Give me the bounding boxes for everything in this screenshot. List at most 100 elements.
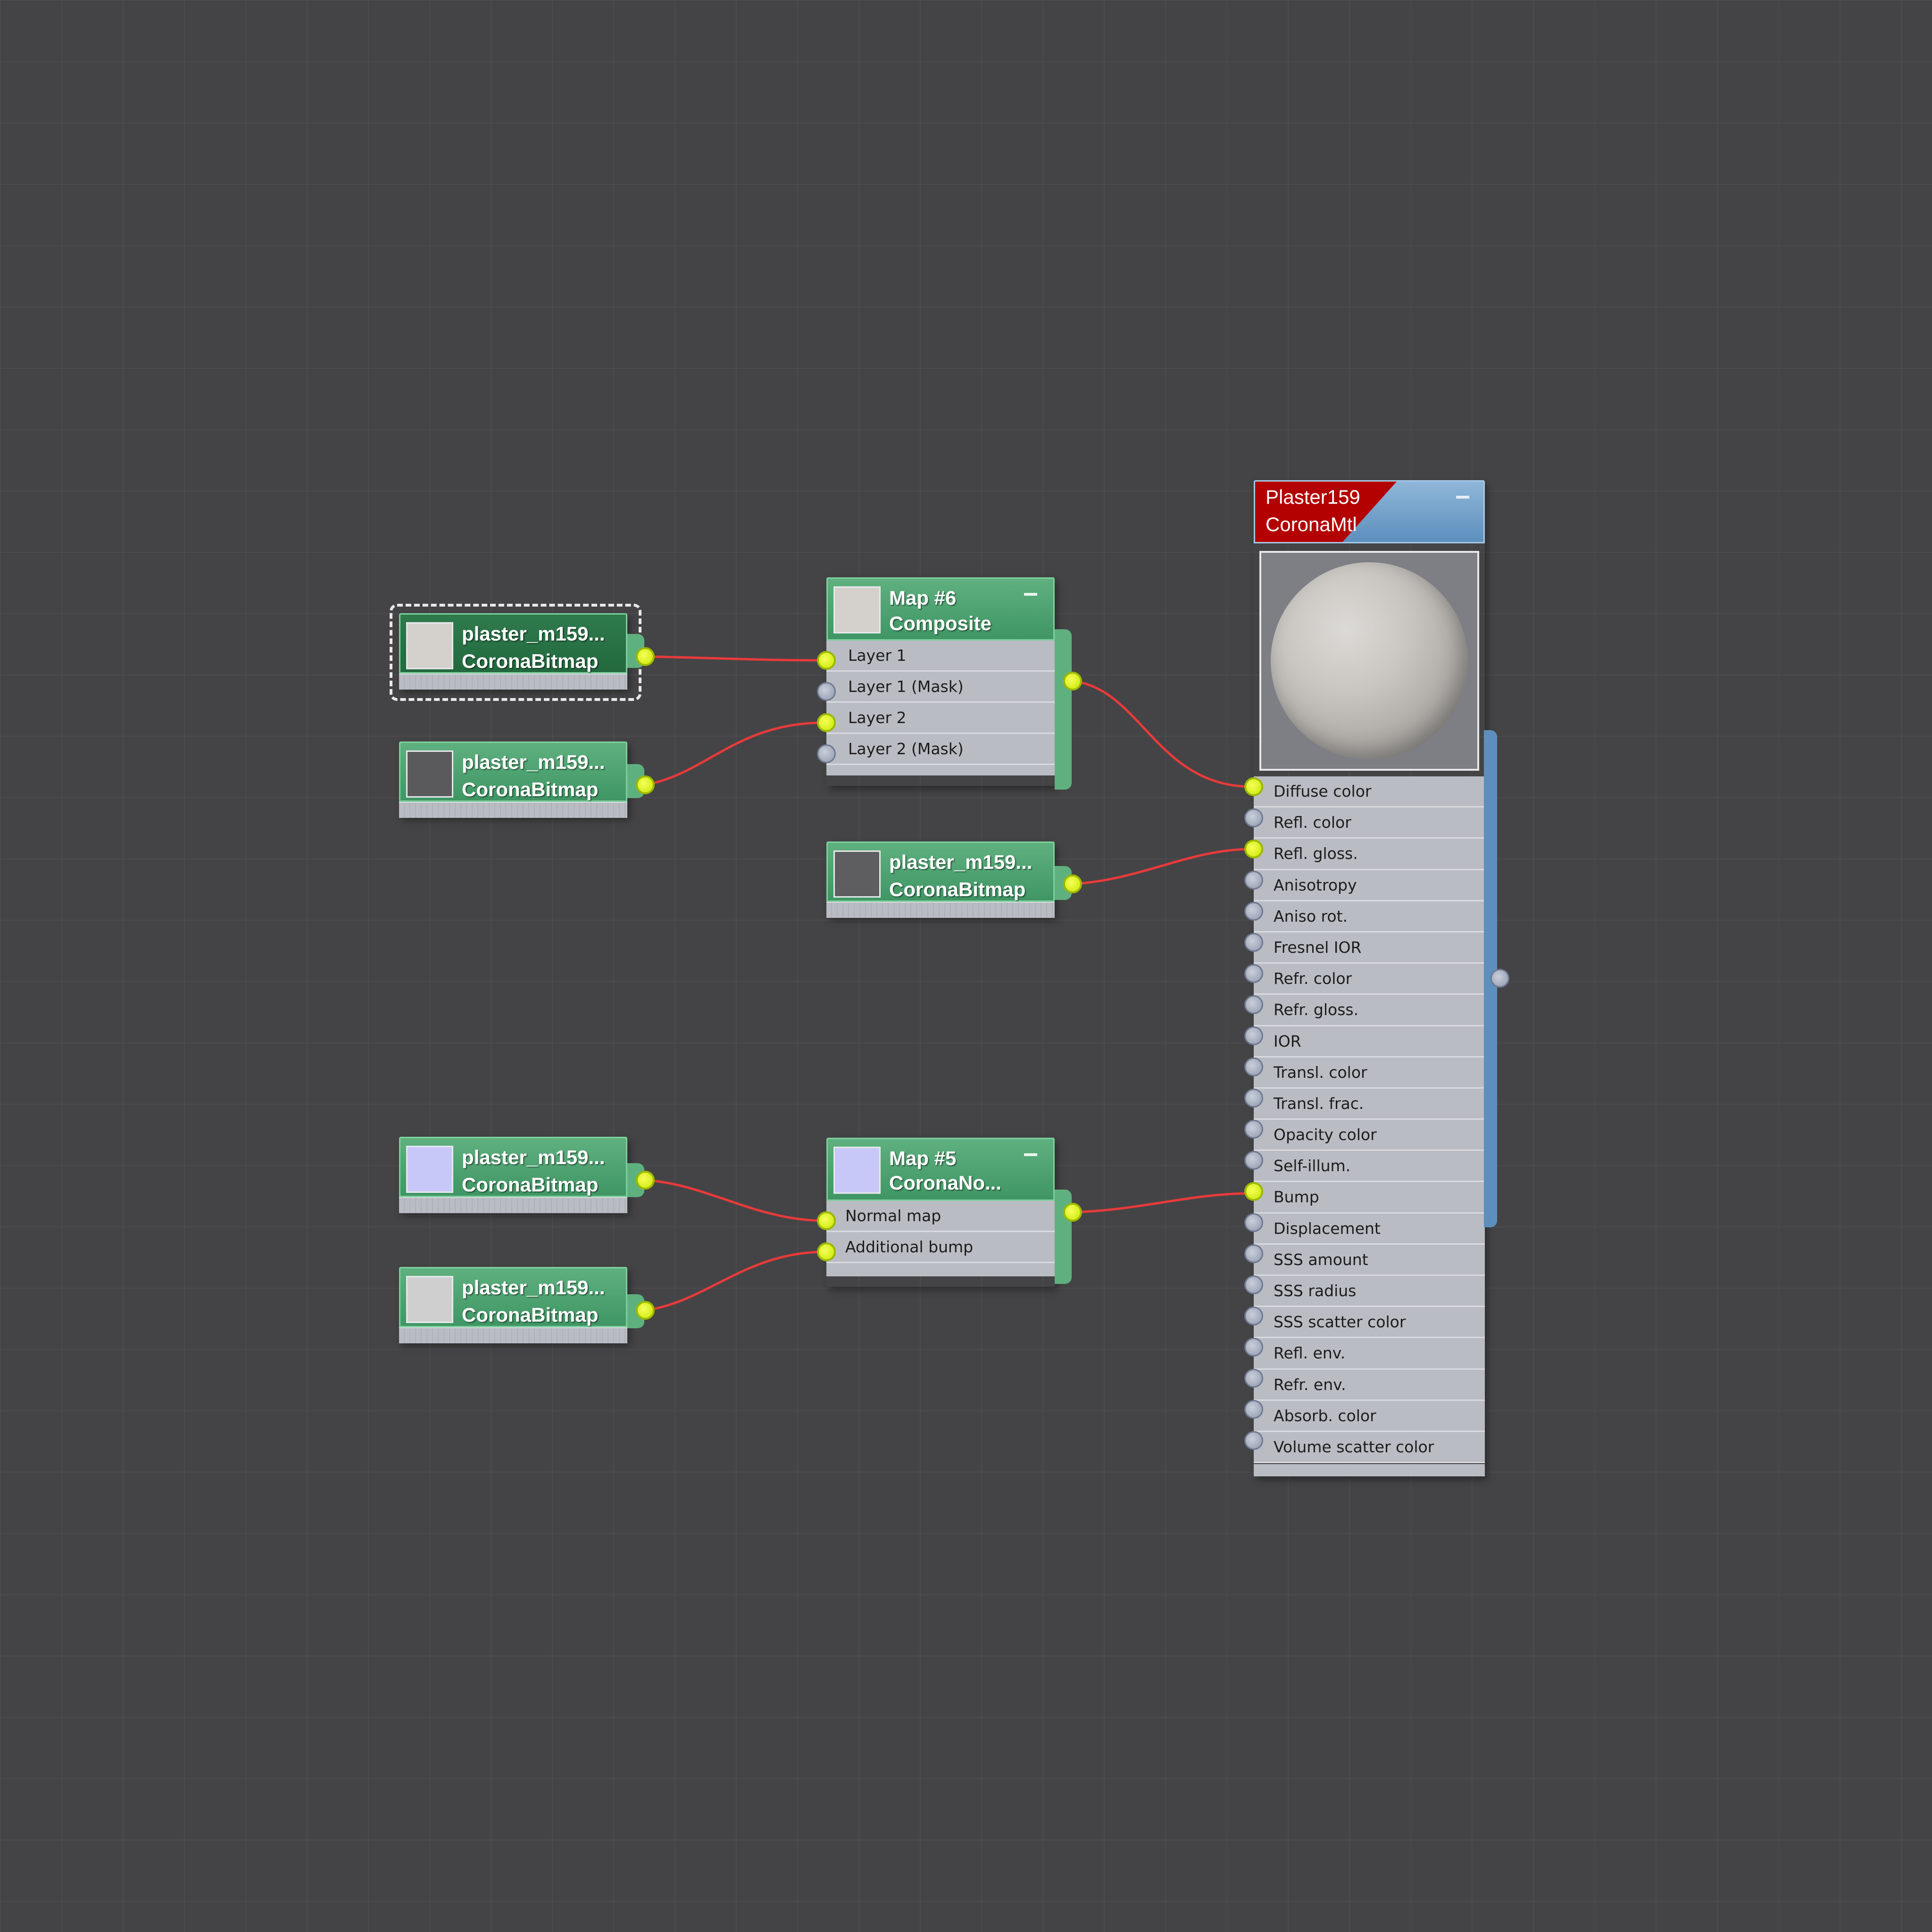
input-socket-bump[interactable] (1244, 1182, 1263, 1201)
output-socket[interactable] (636, 1171, 655, 1190)
slot-bump[interactable]: Bump (1254, 1182, 1485, 1214)
node-type: CoronaBitmap (889, 878, 1026, 900)
input-socket-layer-1[interactable] (817, 651, 836, 670)
input-socket-refr-color[interactable] (1244, 964, 1263, 983)
slot-fresnel-ior[interactable]: Fresnel IOR (1254, 933, 1485, 964)
composite-map-node[interactable]: Map #6 Composite Layer 1 Layer 1 (Mask) … (817, 577, 1082, 790)
slot-layer-2[interactable]: Layer 2 (826, 703, 1055, 734)
output-socket[interactable] (636, 775, 655, 794)
wire-bitmap2-to-layer2[interactable] (645, 721, 826, 786)
node-type: CoronaBitmap (462, 1174, 599, 1196)
texture-thumbnail (406, 622, 453, 669)
output-socket[interactable] (636, 1301, 655, 1320)
slot-normal-map[interactable]: Normal map (826, 1201, 1055, 1232)
output-socket[interactable] (1063, 672, 1082, 691)
slot-sss-scatter-color[interactable]: SSS scatter color (1254, 1307, 1485, 1339)
normal-map-node[interactable]: Map #5 CoronaNo... Normal map Additional… (817, 1138, 1082, 1287)
input-socket-refl-gloss[interactable] (1244, 840, 1263, 858)
bitmap-node[interactable]: plaster_m159... CoronaBitmap (399, 1137, 655, 1213)
bitmap-node[interactable]: plaster_m159... CoronaBitmap (390, 604, 655, 701)
slot-ior[interactable]: IOR (1254, 1026, 1485, 1058)
slot-opacity-color[interactable]: Opacity color (1254, 1120, 1485, 1151)
texture-thumbnail (833, 850, 881, 898)
input-socket-layer-2[interactable] (817, 713, 836, 732)
slot-anisotropy[interactable]: Anisotropy (1254, 870, 1485, 901)
slot-refr-env[interactable]: Refr. env. (1254, 1370, 1485, 1401)
node-header[interactable]: plaster_m159... CoronaBitmap (399, 613, 627, 674)
node-header[interactable]: plaster_m159... CoronaBitmap (399, 741, 627, 802)
input-socket-absorb-color[interactable] (1244, 1400, 1263, 1419)
slot-layer-1-mask[interactable]: Layer 1 (Mask) (826, 672, 1055, 703)
slot-transl-frac[interactable]: Transl. frac. (1254, 1089, 1485, 1120)
slot-list: Normal map Additional bump (826, 1201, 1055, 1276)
slot-displacement[interactable]: Displacement (1254, 1214, 1485, 1245)
input-socket-ior[interactable] (1244, 1026, 1263, 1045)
node-header[interactable]: Map #5 CoronaNo... (826, 1138, 1055, 1201)
node-header[interactable]: Plaster159 CoronaMtl (1254, 480, 1485, 543)
input-socket-refl-color[interactable] (1244, 808, 1263, 827)
node-header[interactable]: plaster_m159... CoronaBitmap (826, 841, 1055, 902)
slot-layer-2-mask[interactable]: Layer 2 (Mask) (826, 734, 1055, 765)
node-header[interactable]: Map #6 Composite (826, 577, 1055, 641)
output-socket[interactable] (1063, 1203, 1082, 1222)
wire-bitmap5-to-addbump[interactable] (645, 1250, 826, 1312)
input-socket-normal-map[interactable] (817, 1211, 836, 1230)
texture-thumbnail (406, 750, 453, 798)
wire-bitmap3-to-reflgloss[interactable] (1072, 848, 1253, 885)
bitmap-node[interactable]: plaster_m159... CoronaBitmap (399, 741, 655, 818)
input-socket-aniso-rot[interactable] (1244, 902, 1263, 921)
input-socket-anisotropy[interactable] (1244, 871, 1263, 890)
minimize-button[interactable] (1024, 1153, 1037, 1156)
input-socket-sss-radius[interactable] (1244, 1275, 1263, 1294)
input-socket-refr-gloss[interactable] (1244, 995, 1263, 1014)
slot-additional-bump[interactable]: Additional bump (826, 1232, 1055, 1263)
minimize-button[interactable] (1456, 496, 1469, 499)
input-socket-sss-scatter-color[interactable] (1244, 1307, 1263, 1325)
wire-map5-to-bump[interactable] (1072, 1192, 1253, 1214)
output-socket[interactable] (636, 647, 655, 666)
input-socket-additional-bump[interactable] (817, 1242, 836, 1261)
node-header[interactable]: plaster_m159... CoronaBitmap (399, 1267, 627, 1327)
slot-aniso-rot[interactable]: Aniso rot. (1254, 901, 1485, 933)
slot-sss-amount[interactable]: SSS amount (1254, 1245, 1485, 1276)
node-title: plaster_m159... (889, 851, 1033, 873)
wire-bitmap1-to-layer1[interactable] (645, 655, 826, 662)
input-socket-transl-color[interactable] (1244, 1058, 1263, 1076)
slot-layer-1[interactable]: Layer 1 (826, 641, 1055, 672)
material-output-socket[interactable] (1491, 969, 1509, 988)
input-socket-diffuse-color[interactable] (1244, 777, 1263, 796)
slot-volume-scatter-color[interactable]: Volume scatter color (1254, 1432, 1485, 1464)
wire-map6-to-diffuse[interactable] (1072, 680, 1253, 788)
slot-diffuse-color[interactable]: Diffuse color (1254, 776, 1485, 808)
material-preview[interactable] (1259, 551, 1479, 771)
slot-refr-gloss[interactable]: Refr. gloss. (1254, 995, 1485, 1026)
input-socket-refr-env[interactable] (1244, 1369, 1263, 1388)
node-title: plaster_m159... (462, 1146, 605, 1168)
slot-refr-color[interactable]: Refr. color (1254, 964, 1485, 995)
node-header[interactable]: plaster_m159... CoronaBitmap (399, 1137, 627, 1197)
minimize-button[interactable] (1024, 593, 1037, 596)
input-socket-fresnel-ior[interactable] (1244, 933, 1263, 952)
input-socket-self-illum[interactable] (1244, 1151, 1263, 1170)
bitmap-node[interactable]: plaster_m159... CoronaBitmap (399, 1267, 655, 1343)
input-socket-layer-1-mask[interactable] (817, 682, 836, 701)
input-socket-transl-frac[interactable] (1244, 1089, 1263, 1108)
output-socket[interactable] (1063, 874, 1082, 893)
input-socket-refl-env[interactable] (1244, 1338, 1263, 1357)
slot-sss-radius[interactable]: SSS radius (1254, 1276, 1485, 1307)
material-type: CoronaMtl (1266, 513, 1357, 535)
wire-bitmap4-to-normal[interactable] (645, 1179, 826, 1222)
slot-refl-env[interactable]: Refl. env. (1254, 1338, 1485, 1370)
input-socket-volume-scatter-color[interactable] (1244, 1431, 1263, 1450)
input-socket-sss-amount[interactable] (1244, 1244, 1263, 1263)
slot-self-illum[interactable]: Self-illum. (1254, 1151, 1485, 1183)
material-node[interactable]: Plaster159 CoronaMtl Diffuse color Refl.… (1244, 480, 1485, 1476)
input-socket-displacement[interactable] (1244, 1213, 1263, 1232)
slot-transl-color[interactable]: Transl. color (1254, 1058, 1485, 1089)
slot-absorb-color[interactable]: Absorb. color (1254, 1401, 1485, 1432)
slot-refl-gloss[interactable]: Refl. gloss. (1254, 839, 1485, 870)
bitmap-node[interactable]: plaster_m159... CoronaBitmap (826, 841, 1082, 918)
input-socket-opacity-color[interactable] (1244, 1120, 1263, 1139)
input-socket-layer-2-mask[interactable] (817, 744, 836, 763)
slot-refl-color[interactable]: Refl. color (1254, 808, 1485, 839)
